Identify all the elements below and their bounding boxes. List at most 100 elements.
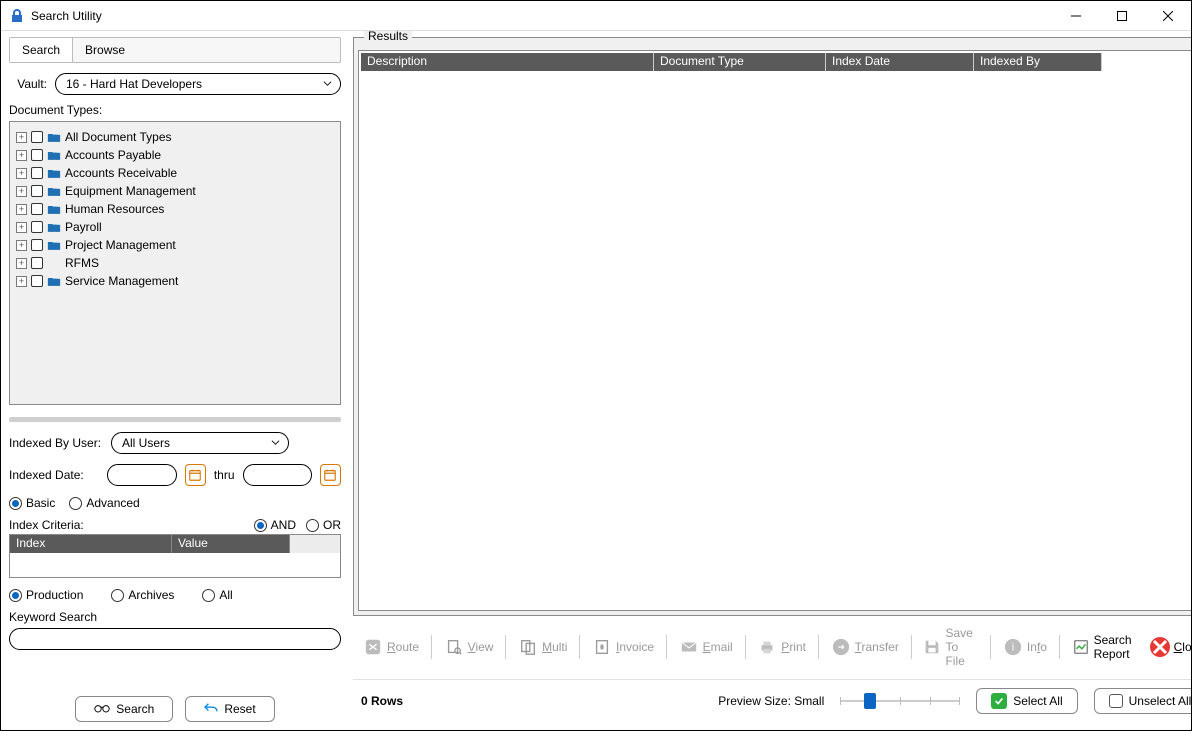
select-all-button[interactable]: Select All bbox=[976, 688, 1077, 714]
radio-archives[interactable]: Archives bbox=[111, 588, 174, 602]
tree-item-label: Equipment Management bbox=[65, 184, 196, 198]
results-grid[interactable]: Description Document Type Index Date Ind… bbox=[358, 50, 1191, 611]
results-groupbox: Results Description Document Type Index … bbox=[353, 37, 1191, 616]
save-icon bbox=[923, 637, 941, 657]
expand-icon[interactable]: + bbox=[16, 168, 27, 179]
tree-checkbox[interactable] bbox=[31, 221, 43, 233]
preview-size-slider[interactable] bbox=[840, 691, 960, 711]
col-spacer bbox=[1101, 53, 1191, 71]
tree-item[interactable]: +RFMS bbox=[16, 254, 334, 272]
tab-browse[interactable]: Browse bbox=[73, 38, 137, 62]
expand-icon[interactable]: + bbox=[16, 222, 27, 233]
tree-item[interactable]: +All Document Types bbox=[16, 128, 334, 146]
radio-production[interactable]: Production bbox=[9, 588, 83, 602]
unselect-all-button[interactable]: Unselect All bbox=[1094, 688, 1191, 714]
separator bbox=[818, 635, 819, 659]
vault-dropdown[interactable]: 16 - Hard Hat Developers bbox=[55, 73, 341, 95]
date-to-input[interactable] bbox=[243, 464, 312, 486]
invoice-button[interactable]: Invoice bbox=[586, 633, 660, 661]
calendar-from-button[interactable] bbox=[185, 464, 206, 486]
route-button[interactable]: Route bbox=[357, 633, 425, 661]
criteria-header-index[interactable]: Index bbox=[10, 535, 172, 553]
radio-and[interactable]: AND bbox=[254, 518, 296, 532]
criteria-header-row: Index Value bbox=[10, 535, 340, 553]
close-window-button[interactable] bbox=[1145, 1, 1191, 31]
expand-icon[interactable]: + bbox=[16, 186, 27, 197]
tree-item[interactable]: + Equipment Management bbox=[16, 182, 334, 200]
email-icon bbox=[679, 637, 699, 657]
col-indexed-by[interactable]: Indexed By bbox=[973, 53, 1101, 71]
tree-item-label: Project Management bbox=[65, 238, 176, 252]
folder-icon bbox=[47, 168, 61, 179]
radio-basic[interactable]: Basic bbox=[9, 496, 55, 510]
search-button[interactable]: Search bbox=[75, 696, 173, 722]
preview-slider-wrap bbox=[840, 691, 960, 711]
radio-dot-icon bbox=[202, 589, 215, 602]
window-title: Search Utility bbox=[31, 9, 1053, 23]
tree-checkbox[interactable] bbox=[31, 185, 43, 197]
expand-icon[interactable]: + bbox=[16, 240, 27, 251]
email-button[interactable]: Email bbox=[673, 633, 739, 661]
maximize-button[interactable] bbox=[1099, 1, 1145, 31]
tree-item[interactable]: +Accounts Receivable bbox=[16, 164, 334, 182]
doc-types-tree[interactable]: +All Document Types+Accounts Payable+Acc… bbox=[9, 121, 341, 405]
tree-checkbox[interactable] bbox=[31, 239, 43, 251]
expand-icon[interactable]: + bbox=[16, 204, 27, 215]
tree-checkbox[interactable] bbox=[31, 203, 43, 215]
view-button[interactable]: View bbox=[438, 633, 500, 661]
print-button[interactable]: Print bbox=[751, 633, 812, 661]
tree-item[interactable]: +Service Management bbox=[16, 272, 334, 290]
tree-checkbox[interactable] bbox=[31, 275, 43, 287]
minimize-button[interactable] bbox=[1053, 1, 1099, 31]
col-description[interactable]: Description bbox=[361, 53, 653, 71]
print-label: rint bbox=[789, 640, 806, 654]
binoculars-icon bbox=[94, 702, 110, 716]
expand-icon[interactable]: + bbox=[16, 258, 27, 269]
radio-advanced[interactable]: Advanced bbox=[69, 496, 139, 510]
tree-item[interactable]: + Project Management bbox=[16, 236, 334, 254]
close-icon bbox=[1150, 637, 1170, 657]
col-index-date[interactable]: Index Date bbox=[825, 53, 973, 71]
tree-item[interactable]: +Accounts Payable bbox=[16, 146, 334, 164]
search-report-button[interactable]: Search Report bbox=[1066, 629, 1140, 665]
reset-button[interactable]: Reset bbox=[185, 696, 274, 722]
indexed-by-dropdown[interactable]: All Users bbox=[111, 432, 289, 454]
lock-icon bbox=[9, 8, 25, 24]
tree-checkbox[interactable] bbox=[31, 149, 43, 161]
date-from-input[interactable] bbox=[107, 464, 176, 486]
transfer-button[interactable]: Transfer bbox=[825, 633, 905, 661]
criteria-header-value[interactable]: Value bbox=[172, 535, 290, 553]
save-button[interactable]: Save To File bbox=[917, 622, 984, 672]
tree-checkbox[interactable] bbox=[31, 257, 43, 269]
tab-browse-label: Browse bbox=[85, 43, 125, 57]
tabstrip: Search Browse bbox=[9, 37, 341, 63]
expand-icon[interactable]: + bbox=[16, 276, 27, 287]
slider-thumb-icon bbox=[864, 693, 876, 709]
radio-or[interactable]: OR bbox=[306, 518, 341, 532]
criteria-grid[interactable]: Index Value bbox=[9, 534, 341, 578]
expand-icon[interactable]: + bbox=[16, 150, 27, 161]
tree-item[interactable]: +Payroll bbox=[16, 218, 334, 236]
multi-button[interactable]: Multi bbox=[512, 633, 573, 661]
save-label: Save To File bbox=[945, 626, 978, 668]
select-all-label: Select All bbox=[1013, 694, 1062, 708]
indexed-date-label: Indexed Date: bbox=[9, 468, 99, 482]
tab-search[interactable]: Search bbox=[10, 38, 73, 62]
radio-all[interactable]: All bbox=[202, 588, 232, 602]
col-doc-type[interactable]: Document Type bbox=[653, 53, 825, 71]
keyword-input[interactable] bbox=[9, 628, 341, 650]
tree-checkbox[interactable] bbox=[31, 167, 43, 179]
expand-icon[interactable]: + bbox=[16, 132, 27, 143]
search-button-label: Search bbox=[116, 702, 154, 716]
calendar-to-button[interactable] bbox=[320, 464, 341, 486]
checkbox-empty-icon bbox=[1109, 694, 1123, 708]
results-label: Results bbox=[364, 31, 412, 43]
close-button[interactable]: Close bbox=[1144, 633, 1191, 661]
keyword-label: Keyword Search bbox=[9, 610, 341, 624]
tree-item[interactable]: +Human Resources bbox=[16, 200, 334, 218]
indexed-date-row: Indexed Date: thru bbox=[9, 464, 341, 486]
separator bbox=[911, 635, 912, 659]
tree-checkbox[interactable] bbox=[31, 131, 43, 143]
radio-dot-icon bbox=[306, 519, 319, 532]
info-button[interactable]: iInfo bbox=[997, 633, 1053, 661]
